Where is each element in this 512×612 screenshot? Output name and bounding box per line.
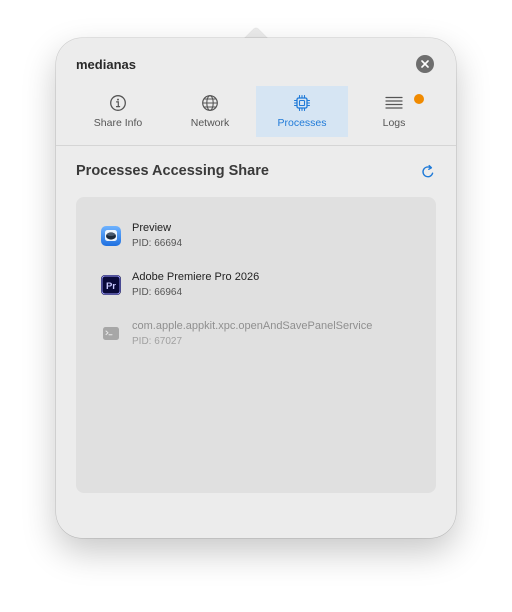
tab-label: Share Info — [93, 117, 143, 129]
preview-app-icon — [101, 226, 121, 246]
info-circle-icon — [110, 95, 126, 111]
tab-network[interactable]: Network — [164, 86, 256, 137]
cpu-chip-icon — [293, 94, 311, 112]
window-title: medianas — [76, 57, 136, 72]
logs-notification-badge — [414, 94, 424, 104]
refresh-icon[interactable] — [420, 164, 436, 180]
close-button[interactable] — [416, 55, 434, 73]
premiere-pro-app-icon: Pr — [101, 275, 121, 295]
close-icon — [421, 60, 429, 68]
process-name: com.apple.appkit.xpc.openAndSavePanelSer… — [132, 320, 373, 332]
tab-processes[interactable]: Processes — [256, 86, 348, 137]
header-divider — [56, 145, 456, 146]
tab-label: Logs — [382, 117, 406, 129]
list-item-open-save-panel-service[interactable]: com.apple.appkit.xpc.openAndSavePanelSer… — [100, 320, 420, 356]
list-item-preview[interactable]: Preview PID: 66694 — [100, 222, 420, 258]
list-item-premiere-pro[interactable]: Pr Adobe Premiere Pro 2026 PID: 66964 — [100, 271, 420, 307]
tab-bar: Share Info Network Processes Logs — [72, 86, 440, 137]
popover-window: medianas Share Info Network Processes Lo… — [56, 26, 456, 538]
section-title: Processes Accessing Share — [76, 163, 269, 179]
terminal-app-icon — [103, 327, 119, 340]
process-name: Adobe Premiere Pro 2026 — [132, 271, 260, 283]
process-pid: PID: 66694 — [132, 238, 183, 249]
tab-label: Network — [190, 117, 230, 129]
tab-share-info[interactable]: Share Info — [72, 86, 164, 137]
globe-icon — [202, 95, 218, 111]
tab-label: Processes — [277, 117, 327, 129]
premiere-pro-icon-text: Pr — [106, 281, 116, 292]
process-name: Preview — [132, 222, 172, 234]
tab-logs[interactable]: Logs — [348, 86, 440, 137]
process-list: Preview PID: 66694 Pr Adobe Premiere Pro… — [76, 197, 436, 493]
list-lines-icon — [385, 96, 403, 109]
popover-panel: medianas Share Info Network Processes Lo… — [56, 38, 456, 538]
process-pid: PID: 66964 — [132, 287, 183, 298]
process-pid: PID: 67027 — [132, 336, 183, 347]
